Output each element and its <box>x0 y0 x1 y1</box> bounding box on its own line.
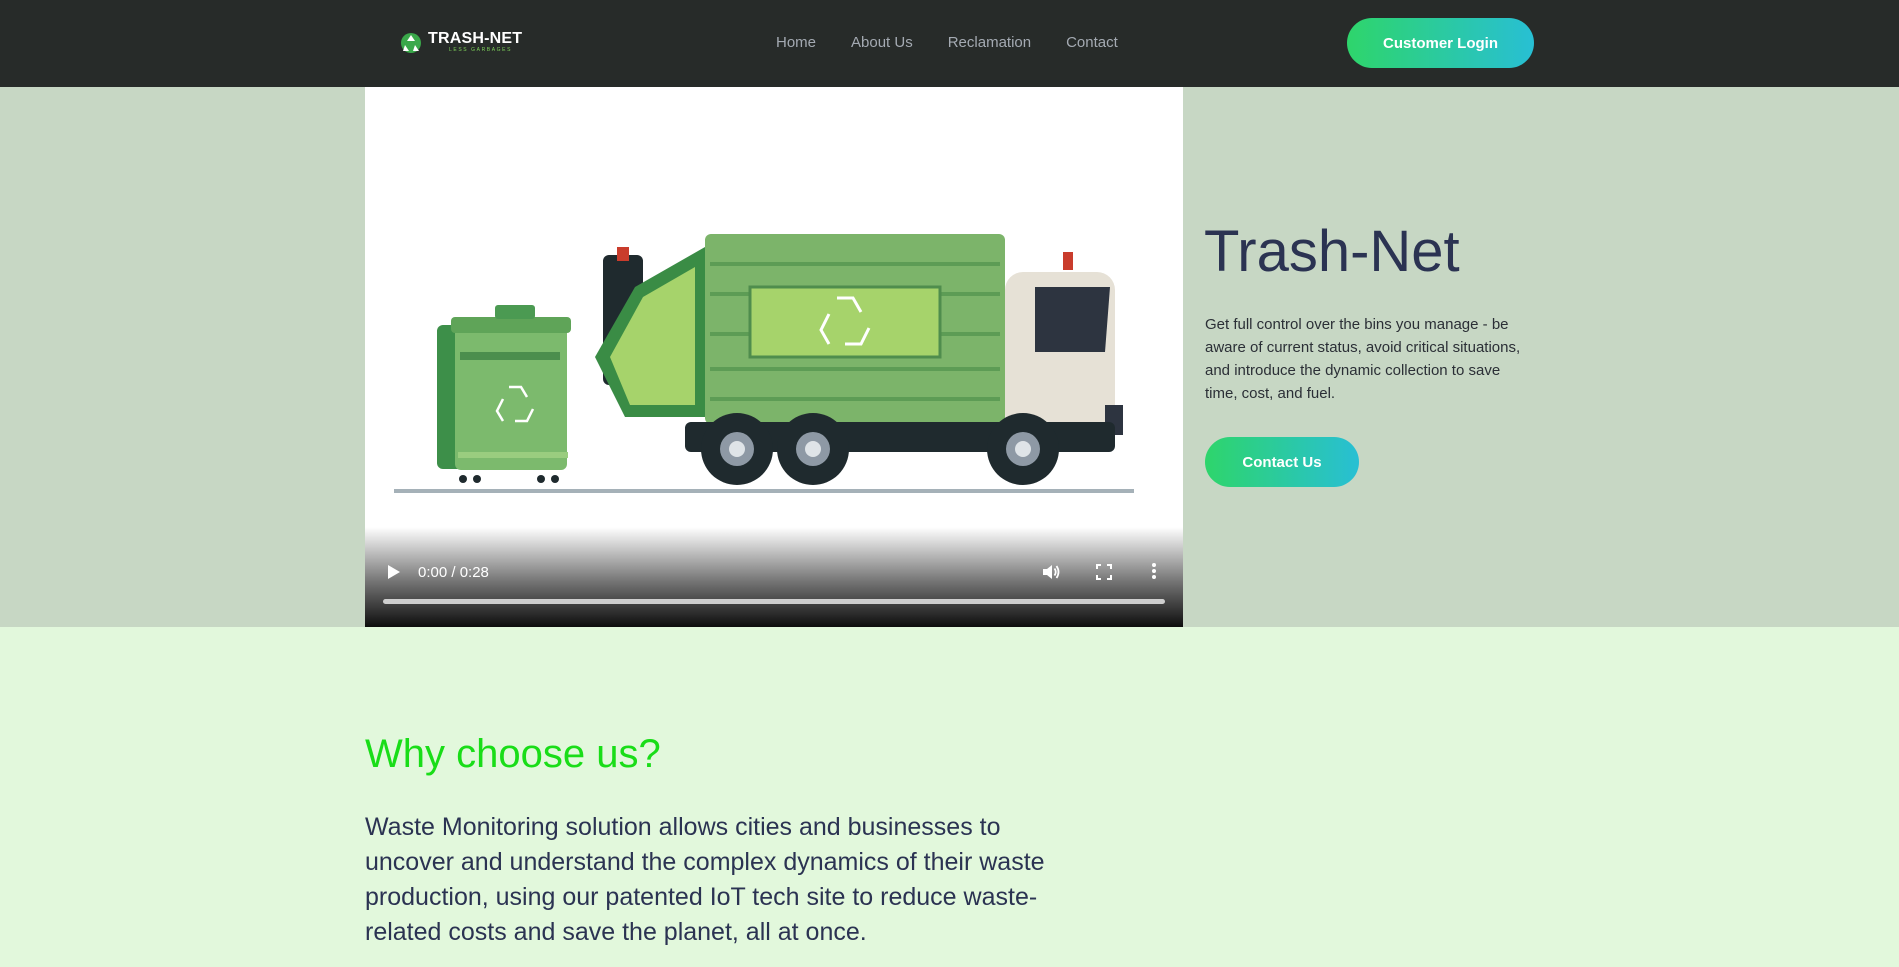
customer-login-button[interactable]: Customer Login <box>1347 18 1534 68</box>
more-vert-icon[interactable] <box>1145 561 1163 581</box>
why-choose-us-text: Waste Monitoring solution allows cities … <box>365 813 1045 946</box>
volume-icon[interactable] <box>1041 562 1061 582</box>
fullscreen-icon[interactable] <box>1095 563 1113 581</box>
contact-us-button[interactable]: Contact Us <box>1205 437 1359 487</box>
top-navbar: TRASH-NET LESS GARBAGES Home About Us Re… <box>0 0 1899 87</box>
video-time: 0:00 / 0:28 <box>418 564 489 581</box>
logo[interactable]: TRASH-NET LESS GARBAGES <box>400 30 525 56</box>
nav-link-about-us[interactable]: About Us <box>851 33 913 53</box>
play-icon[interactable] <box>383 562 403 582</box>
nav-links: Home About Us Reclamation Contact <box>776 33 1153 53</box>
logo-icon <box>401 33 421 53</box>
video-progress-bar[interactable] <box>383 599 1165 604</box>
hero-title: Trash-Net <box>1204 219 1460 284</box>
why-choose-us-heading: Why choose us? <box>365 732 661 776</box>
logo-tagline: LESS GARBAGES <box>449 47 513 53</box>
nav-link-home[interactable]: Home <box>776 33 816 53</box>
video-player[interactable]: 0:00 / 0:28 <box>365 87 1183 627</box>
logo-text: TRASH-NET <box>428 30 523 47</box>
hero-description: Get full control over the bins you manag… <box>1205 316 1521 402</box>
nav-link-contact[interactable]: Contact <box>1066 33 1118 53</box>
nav-link-reclamation[interactable]: Reclamation <box>948 33 1031 53</box>
